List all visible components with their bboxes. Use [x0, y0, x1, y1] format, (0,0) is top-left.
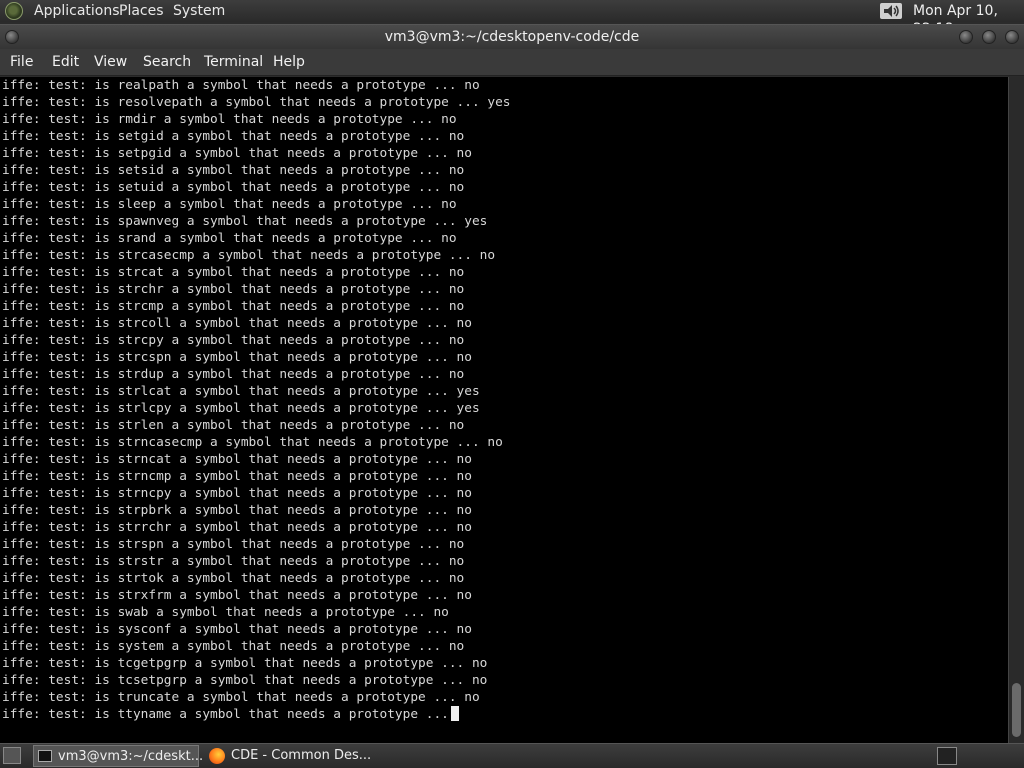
menu-terminal[interactable]: Terminal — [204, 54, 263, 71]
terminal-icon — [38, 750, 52, 762]
maximize-icon[interactable] — [982, 30, 996, 44]
terminal-line: iffe: test: is strxfrm a symbol that nee… — [2, 588, 472, 603]
taskbar-browser-button[interactable]: CDE - Common Des... — [205, 745, 375, 767]
menu-file[interactable]: File — [10, 54, 33, 71]
terminal-line: iffe: test: is setgid a symbol that need… — [2, 129, 465, 144]
terminal-line: iffe: test: is strchr a symbol that need… — [2, 282, 465, 297]
terminal-line: iffe: test: is sleep a symbol that needs… — [2, 197, 457, 212]
text-cursor — [450, 706, 459, 721]
taskbar-terminal-label: vm3@vm3:~/cdeskt... — [58, 749, 204, 764]
terminal-line: iffe: test: is strstr a symbol that need… — [2, 554, 465, 569]
scrollbar-thumb[interactable] — [1012, 683, 1021, 737]
terminal-line: iffe: test: is ttyname a symbol that nee… — [2, 706, 511, 723]
terminal-line: iffe: test: is sysconf a symbol that nee… — [2, 622, 472, 637]
firefox-icon — [209, 748, 225, 764]
terminal-line: iffe: test: is strncpy a symbol that nee… — [2, 486, 472, 501]
terminal-line: iffe: test: is strspn a symbol that need… — [2, 537, 465, 552]
terminal-line: iffe: test: is truncate a symbol that ne… — [2, 690, 480, 705]
terminal-line: iffe: test: is strtok a symbol that need… — [2, 571, 465, 586]
places-menu[interactable]: Places — [119, 2, 164, 20]
terminal-line: iffe: test: is swab a symbol that needs … — [2, 605, 449, 620]
taskbar-browser-label: CDE - Common Des... — [231, 748, 372, 763]
terminal-line: iffe: test: is system a symbol that need… — [2, 639, 465, 654]
terminal-line: iffe: test: is strcpy a symbol that need… — [2, 333, 465, 348]
terminal-output[interactable]: iffe: test: is realpath a symbol that ne… — [0, 77, 1008, 743]
terminal-line: iffe: test: is strcasecmp a symbol that … — [2, 248, 496, 263]
terminal-line: iffe: test: is strcspn a symbol that nee… — [2, 350, 472, 365]
show-desktop-icon[interactable] — [3, 747, 21, 764]
system-menu[interactable]: System — [173, 2, 225, 20]
minimize-icon[interactable] — [959, 30, 973, 44]
menu-help[interactable]: Help — [273, 54, 305, 71]
terminal-line: iffe: test: is setuid a symbol that need… — [2, 180, 465, 195]
terminal-line: iffe: test: is strlcat a symbol that nee… — [2, 384, 480, 399]
close-icon[interactable] — [1005, 30, 1019, 44]
menu-search[interactable]: Search — [143, 54, 191, 71]
terminal-line: iffe: test: is strrchr a symbol that nee… — [2, 520, 472, 535]
terminal-line: iffe: test: is strlen a symbol that need… — [2, 418, 465, 433]
menu-edit[interactable]: Edit — [52, 54, 79, 71]
terminal-line: iffe: test: is strncmp a symbol that nee… — [2, 469, 472, 484]
speaker-icon[interactable] — [880, 3, 902, 19]
terminal-line: iffe: test: is strlcpy a symbol that nee… — [2, 401, 480, 416]
window-titlebar[interactable]: vm3@vm3:~/cdesktopenv-code/cde — [0, 24, 1024, 49]
menu-view[interactable]: View — [94, 54, 127, 71]
terminal-line: iffe: test: is strdup a symbol that need… — [2, 367, 465, 382]
terminal-line: iffe: test: is setsid a symbol that need… — [2, 163, 465, 178]
terminal-scrollbar[interactable] — [1008, 77, 1024, 743]
terminal-line: iffe: test: is strcoll a symbol that nee… — [2, 316, 472, 331]
terminal-line: iffe: test: is rmdir a symbol that needs… — [2, 112, 457, 127]
terminal-line: iffe: test: is realpath a symbol that ne… — [2, 78, 480, 93]
terminal-line: iffe: test: is strpbrk a symbol that nee… — [2, 503, 472, 518]
applications-menu[interactable]: Applications — [34, 2, 120, 20]
terminal-line: iffe: test: is setpgid a symbol that nee… — [2, 146, 472, 161]
bottom-panel: vm3@vm3:~/cdeskt... CDE - Common Des... — [0, 743, 1024, 768]
taskbar-terminal-button[interactable]: vm3@vm3:~/cdeskt... — [33, 745, 203, 767]
window-title: vm3@vm3:~/cdesktopenv-code/cde — [384, 29, 640, 45]
terminal-line: iffe: test: is spawnveg a symbol that ne… — [2, 214, 488, 229]
terminal-line: iffe: test: is strncasecmp a symbol that… — [2, 435, 503, 450]
workspace-switcher-icon[interactable] — [937, 747, 957, 765]
terminal-line: iffe: test: is strncat a symbol that nee… — [2, 452, 472, 467]
terminal-line: iffe: test: is resolvepath a symbol that… — [2, 95, 511, 110]
menubar: File Edit View Search Terminal Help — [0, 49, 1024, 76]
terminal-line: iffe: test: is tcsetpgrp a symbol that n… — [2, 673, 488, 688]
terminal-line: iffe: test: is tcgetpgrp a symbol that n… — [2, 656, 488, 671]
terminal-line: iffe: test: is strcat a symbol that need… — [2, 265, 465, 280]
gnome-foot-icon[interactable] — [5, 2, 23, 20]
top-panel: Applications Places System Mon Apr 10, 2… — [0, 0, 1024, 37]
terminal-line: iffe: test: is srand a symbol that needs… — [2, 231, 457, 246]
terminal-line: iffe: test: is strcmp a symbol that need… — [2, 299, 465, 314]
terminal-lines: iffe: test: is realpath a symbol that ne… — [2, 77, 511, 723]
